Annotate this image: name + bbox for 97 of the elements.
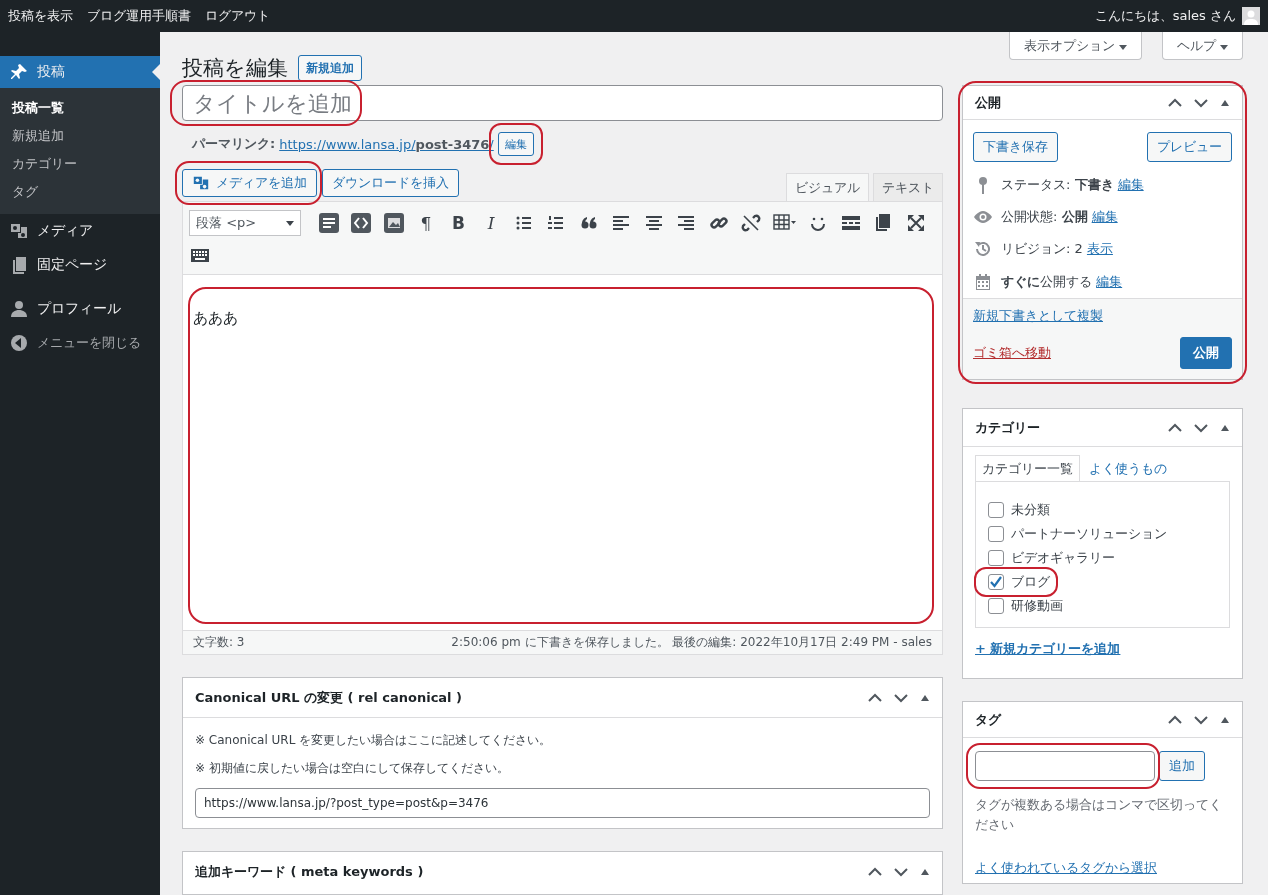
format-button[interactable]: ¶ (415, 213, 437, 233)
menu-item[interactable]: メディア (0, 214, 160, 248)
edit-button[interactable]: 編集 (497, 132, 534, 156)
add-category-link[interactable]: + 新規カテゴリーを追加 (975, 640, 1121, 658)
save-status: 2:50:06 pm に下書きを保存しました。 最後の編集: 2022年10月17日 2:49 PM - sales (451, 634, 932, 651)
category-tab[interactable]: よく使うもの (1082, 455, 1174, 481)
collapse-triangle-icon[interactable] (920, 868, 930, 876)
chevron-down-icon[interactable] (894, 867, 908, 877)
chevron-up-icon[interactable] (1168, 714, 1182, 725)
category-label[interactable]: ビデオギャラリー (1011, 549, 1115, 567)
note-text: ※ 初期値に戻したい場合は空白にして保存してください。 (195, 760, 510, 777)
panel-title: カテゴリー (975, 418, 1040, 437)
permalink-label: パーマリンク: (192, 135, 276, 153)
collapse-triangle-icon[interactable] (1220, 715, 1230, 724)
category-label[interactable]: ブログ (1011, 573, 1050, 591)
category-tab[interactable]: カテゴリー一覧 (975, 455, 1080, 481)
chevron-down-icon[interactable] (894, 692, 908, 703)
submenu-item[interactable]: タグ (0, 178, 160, 206)
note-text: ※ Canonical URL を変更したい場合はここに記述してください。 (195, 732, 553, 749)
publish-info-text: リビジョン: 2 表示 (1001, 240, 1113, 259)
caret-icon (1118, 44, 1127, 50)
checkbox[interactable] (988, 598, 1004, 614)
page-heading: 投稿を編集 (182, 55, 288, 82)
menu-item[interactable]: 固定ページ (0, 248, 160, 282)
publish-button[interactable]: 公開 (1180, 337, 1232, 369)
code-icon[interactable] (350, 212, 372, 234)
caret-icon (1220, 44, 1228, 50)
greeting-text[interactable]: こんにちは、sales さん (1094, 7, 1236, 25)
duplicate-link[interactable]: 新規下書きとして複製 (973, 308, 1103, 323)
dropdown-button[interactable]: 表示オプション (1008, 32, 1142, 60)
toolbar-toggle-icon[interactable] (317, 212, 340, 234)
save-draft-button[interactable]: 下書き保存 (973, 132, 1058, 163)
submenu-item[interactable]: カテゴリー (0, 150, 160, 178)
admin-bar-link[interactable]: ログアウト (205, 8, 270, 23)
collapse-triangle-icon[interactable] (1220, 423, 1230, 432)
pin-icon (9, 62, 29, 82)
admin-bar-link[interactable]: ブログ運用手順書 (87, 8, 191, 23)
collapse-triangle-icon[interactable] (1220, 98, 1230, 107)
collapse-icon (9, 333, 29, 353)
publish-info-text: 公開状態: 公開 編集 (1001, 207, 1118, 226)
format-button[interactable]: B (447, 213, 470, 233)
insert-button[interactable]: ダウンロードを挿入 (322, 169, 459, 197)
panel-title: タグ (975, 710, 1001, 729)
submenu-item[interactable]: 投稿一覧 (0, 94, 160, 122)
dropdown-button[interactable]: ヘルプ (1161, 32, 1243, 60)
editor-tab[interactable]: テキスト (873, 173, 943, 201)
editor-tab[interactable]: ビジュアル (786, 173, 869, 201)
chevron-up-icon[interactable] (1168, 97, 1182, 108)
word-count: 文字数: 3 (193, 634, 245, 651)
panel-title: 公開 (975, 93, 1001, 112)
preview-button[interactable]: プレビュー (1147, 132, 1232, 163)
calendar-icon (973, 272, 993, 291)
menu-item[interactable]: メニューを閉じる (0, 326, 160, 360)
chevron-down-icon[interactable] (1194, 714, 1208, 725)
add-new-button[interactable]: 新規追加 (298, 55, 362, 81)
add-tag-button[interactable]: 追加 (1159, 751, 1205, 781)
title-field[interactable]: タイトルを追加 (182, 85, 943, 121)
chevron-up-icon[interactable] (1168, 422, 1182, 433)
edit-link[interactable]: 編集 (1091, 208, 1118, 224)
format-dropdown[interactable]: 段落 <p> (189, 210, 301, 236)
chevron-up-icon[interactable] (868, 692, 882, 703)
edit-link[interactable]: 編集 (1096, 273, 1123, 289)
trash-link[interactable]: ゴミ箱へ移動 (973, 344, 1051, 362)
checkbox[interactable] (988, 574, 1004, 590)
tag-field[interactable] (975, 751, 1155, 781)
admin-bar-link[interactable]: 投稿を表示 (8, 8, 73, 23)
submenu-item[interactable]: 新規追加 (0, 122, 160, 150)
category-label[interactable]: 未分類 (1011, 501, 1050, 519)
panel-title: Canonical URL の変更 ( rel canonical ) (195, 688, 463, 707)
category-label[interactable]: 研修動画 (1011, 597, 1063, 615)
checkbox[interactable] (988, 550, 1004, 566)
unlink-icon[interactable] (740, 212, 762, 234)
chevron-down-icon[interactable] (1194, 422, 1208, 433)
hint-text: タグが複数ある場合はコンマで区切ってください (975, 796, 1223, 834)
chevron-down-icon[interactable] (1194, 97, 1208, 108)
collapse-triangle-icon[interactable] (920, 693, 930, 702)
edit-link[interactable]: 表示 (1086, 241, 1113, 257)
checkbox[interactable] (988, 502, 1004, 518)
canonical-url-field[interactable]: https://www.lansa.jp/?post_type=post&p=3476 (195, 788, 930, 818)
publish-info-text: すぐに公開する 編集 (1001, 272, 1123, 291)
format-button[interactable]: I (480, 213, 502, 233)
menu-item[interactable]: 投稿 (0, 56, 160, 88)
category-label[interactable]: パートナーソリューション (1011, 525, 1167, 543)
eye-icon (973, 209, 993, 224)
media-icon (192, 174, 210, 192)
post-content[interactable]: あああ (193, 309, 932, 328)
add-media-button[interactable]: メディアを追加 (182, 169, 317, 197)
popular-tags-link[interactable]: よく使われているタグから選択 (975, 859, 1157, 877)
media-icon (9, 221, 29, 241)
checkbox[interactable] (988, 526, 1004, 542)
edit-link[interactable]: 編集 (1117, 176, 1144, 192)
chevron-up-icon[interactable] (868, 867, 882, 877)
publish-info-text: ステータス: 下書き 編集 (1001, 175, 1144, 194)
image-icon[interactable] (382, 212, 405, 234)
caret-icon[interactable] (286, 220, 294, 226)
panel-title: 追加キーワード ( meta keywords ) (195, 863, 424, 881)
menu-item[interactable]: プロフィール (0, 292, 160, 326)
